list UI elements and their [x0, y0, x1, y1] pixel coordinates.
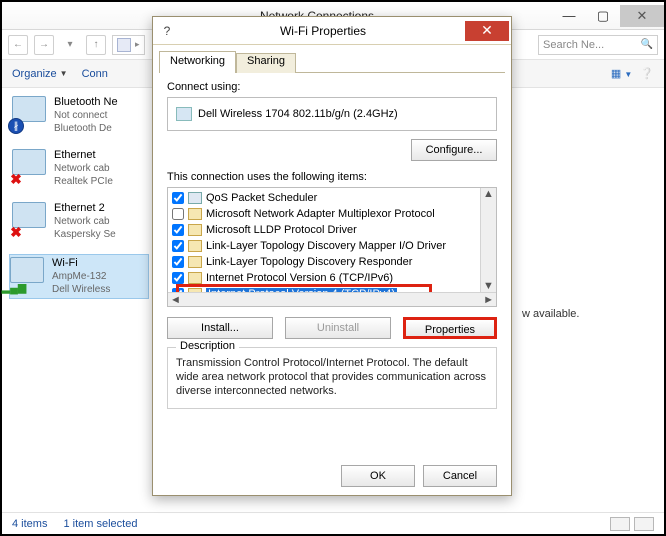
- close-button[interactable]: ✕: [620, 5, 664, 27]
- dialog-titlebar: ? Wi-Fi Properties ✕: [153, 17, 511, 45]
- protocol-icon: [188, 256, 202, 268]
- disconnected-icon: ✖: [8, 171, 24, 187]
- adapter-sub2: Bluetooth De: [54, 122, 118, 135]
- help-button[interactable]: ❔: [640, 67, 654, 80]
- adapter-sub1: Network cab: [54, 215, 116, 228]
- adapter-sub2: Kaspersky Se: [54, 228, 116, 241]
- connection-item[interactable]: Link-Layer Topology Discovery Mapper I/O…: [170, 238, 494, 254]
- chevron-down-icon: ▼: [60, 69, 68, 78]
- protocol-icon: [188, 240, 202, 252]
- vertical-scrollbar[interactable]: ▲▼: [480, 188, 496, 292]
- dialog-title: Wi-Fi Properties: [181, 24, 465, 38]
- view-large-icon[interactable]: [634, 517, 654, 531]
- description-group: Description Transmission Control Protoco…: [167, 347, 497, 409]
- location-icon: [117, 38, 131, 52]
- adapter-field[interactable]: Dell Wireless 1704 802.11b/g/n (2.4GHz): [167, 97, 497, 131]
- search-placeholder: Search Ne...: [543, 39, 604, 51]
- connection-item[interactable]: Internet Protocol Version 6 (TCP/IPv6): [170, 270, 494, 286]
- configure-button[interactable]: Configure...: [411, 139, 497, 161]
- nav-back-button[interactable]: ←: [8, 35, 28, 55]
- install-button[interactable]: Install...: [167, 317, 273, 339]
- connection-item[interactable]: Microsoft LLDP Protocol Driver: [170, 222, 494, 238]
- connection-items-listbox[interactable]: QoS Packet Scheduler Microsoft Network Ad…: [167, 187, 497, 307]
- maximize-button[interactable]: ▢: [586, 5, 620, 27]
- status-item-count: 4 items: [12, 518, 47, 530]
- dialog-close-button[interactable]: ✕: [465, 21, 509, 41]
- wifi-properties-dialog: ? Wi-Fi Properties ✕ Networking Sharing …: [152, 16, 512, 496]
- dialog-help-button[interactable]: ?: [153, 24, 181, 38]
- nic-icon: [176, 107, 192, 121]
- item-checkbox[interactable]: [172, 224, 184, 236]
- protocol-icon: [188, 272, 202, 284]
- adapter-name: Bluetooth Ne: [54, 96, 118, 109]
- dialog-tabs: Networking Sharing: [159, 51, 505, 73]
- item-label: Internet Protocol Version 6 (TCP/IPv6): [206, 272, 393, 284]
- item-label: Link-Layer Topology Discovery Mapper I/O…: [206, 240, 446, 252]
- item-label: Microsoft LLDP Protocol Driver: [206, 224, 357, 236]
- connection-item[interactable]: QoS Packet Scheduler: [170, 190, 494, 206]
- disconnected-icon: ✖: [8, 224, 24, 240]
- adapter-item[interactable]: ✖Ethernet 2Network cabKaspersky Se: [12, 202, 148, 241]
- adapter-sub1: Network cab: [54, 162, 113, 175]
- properties-button[interactable]: Properties: [403, 317, 497, 339]
- item-label: QoS Packet Scheduler: [206, 192, 317, 204]
- chevron-right-icon: ▸: [135, 39, 140, 50]
- tab-sharing[interactable]: Sharing: [236, 53, 296, 73]
- description-text: Transmission Control Protocol/Internet P…: [176, 356, 488, 398]
- adapter-item[interactable]: ∦Bluetooth NeNot connectBluetooth De: [12, 96, 148, 135]
- minimize-button[interactable]: —: [552, 5, 586, 27]
- window-controls: — ▢ ✕: [552, 5, 664, 27]
- item-checkbox[interactable]: [172, 240, 184, 252]
- view-dropdown-button[interactable]: ▦ ▼: [611, 67, 632, 80]
- connection-item[interactable]: Microsoft Network Adapter Multiplexor Pr…: [170, 206, 494, 222]
- nav-forward-button[interactable]: →: [34, 35, 54, 55]
- right-pane-text: w available.: [522, 308, 579, 320]
- item-checkbox[interactable]: [172, 272, 184, 284]
- item-label: Microsoft Network Adapter Multiplexor Pr…: [206, 208, 435, 220]
- item-checkbox[interactable]: [172, 256, 184, 268]
- adapter-name: Wi-Fi: [52, 257, 110, 270]
- adapter-list: ∦Bluetooth NeNot connectBluetooth De✖Eth…: [2, 88, 152, 512]
- adapter-name: Ethernet 2: [54, 202, 116, 215]
- protocol-icon: [188, 224, 202, 236]
- adapter-sub1: Not connect: [54, 109, 118, 122]
- bluetooth-icon: ∦: [8, 118, 24, 134]
- adapter-sub2: Dell Wireless: [52, 283, 110, 296]
- search-input[interactable]: Search Ne... 🔍: [538, 35, 658, 55]
- item-checkbox[interactable]: [172, 208, 184, 220]
- ok-button[interactable]: OK: [341, 465, 415, 487]
- tab-networking[interactable]: Networking: [159, 51, 236, 73]
- search-icon: 🔍: [641, 39, 653, 50]
- adapter-sub1: AmpMe-132: [52, 270, 110, 283]
- connection-item[interactable]: Link-Layer Topology Discovery Responder: [170, 254, 494, 270]
- wifi-signal-icon: ▂▄▆: [6, 279, 22, 295]
- protocol-icon: [188, 208, 202, 220]
- horizontal-scrollbar[interactable]: ◄►: [168, 292, 496, 306]
- adapter-name: Ethernet: [54, 149, 113, 162]
- adapter-item[interactable]: ✖EthernetNetwork cabRealtek PCIe: [12, 149, 148, 188]
- item-label: Link-Layer Topology Discovery Responder: [206, 256, 412, 268]
- status-bar: 4 items 1 item selected: [2, 512, 664, 534]
- adapter-name: Dell Wireless 1704 802.11b/g/n (2.4GHz): [198, 108, 398, 120]
- uninstall-button: Uninstall: [285, 317, 391, 339]
- adapter-item[interactable]: ▂▄▆Wi-FiAmpMe-132Dell Wireless: [10, 255, 148, 298]
- description-legend: Description: [176, 340, 239, 352]
- connect-using-label: Connect using:: [167, 81, 497, 93]
- nav-recent-dropdown[interactable]: ▾: [60, 35, 80, 55]
- protocol-icon: [188, 192, 202, 204]
- nav-up-button[interactable]: ↑: [86, 35, 106, 55]
- breadcrumb[interactable]: ▸: [112, 35, 145, 55]
- item-checkbox[interactable]: [172, 192, 184, 204]
- cancel-button[interactable]: Cancel: [423, 465, 497, 487]
- items-label: This connection uses the following items…: [167, 171, 497, 183]
- view-details-icon[interactable]: [610, 517, 630, 531]
- adapter-sub2: Realtek PCIe: [54, 175, 113, 188]
- organize-menu[interactable]: Organize ▼: [12, 68, 68, 80]
- connect-menu[interactable]: Conn: [82, 68, 108, 80]
- status-selected-count: 1 item selected: [63, 518, 137, 530]
